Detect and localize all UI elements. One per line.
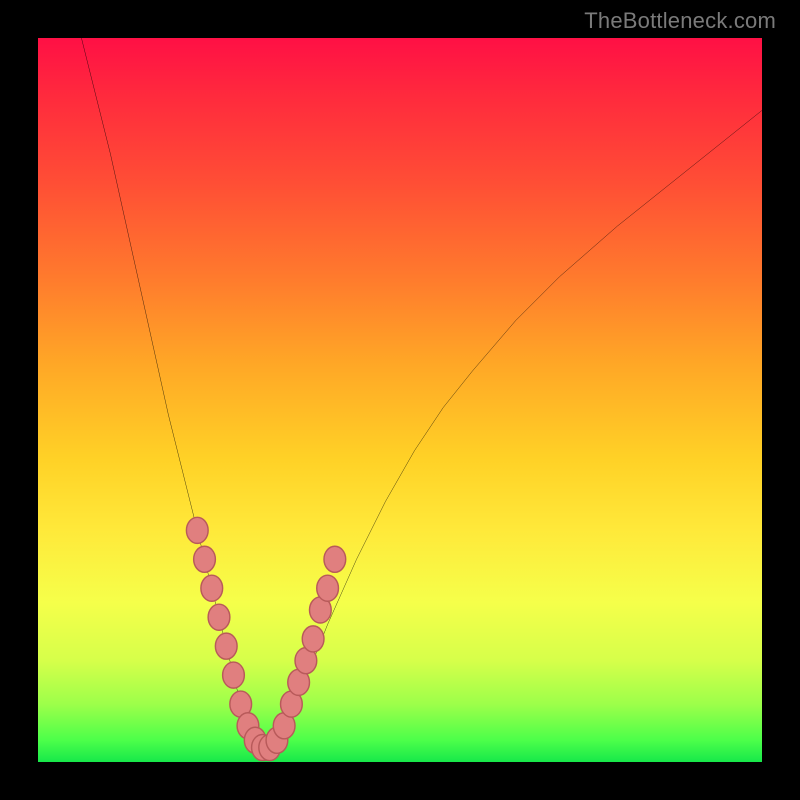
chart-frame: TheBottleneck.com xyxy=(0,0,800,800)
highlight-dots xyxy=(186,517,345,760)
highlight-dot xyxy=(302,626,324,652)
highlight-dot xyxy=(317,575,339,601)
bottleneck-curve xyxy=(81,38,762,755)
highlight-dot xyxy=(223,662,245,688)
highlight-dot xyxy=(201,575,223,601)
highlight-dot xyxy=(208,604,230,630)
curve-layer xyxy=(38,38,762,762)
watermark-text: TheBottleneck.com xyxy=(584,8,776,34)
highlight-dot xyxy=(215,633,237,659)
plot-area xyxy=(38,38,762,762)
highlight-dot xyxy=(194,546,216,572)
highlight-dot xyxy=(186,517,208,543)
highlight-dot xyxy=(324,546,346,572)
